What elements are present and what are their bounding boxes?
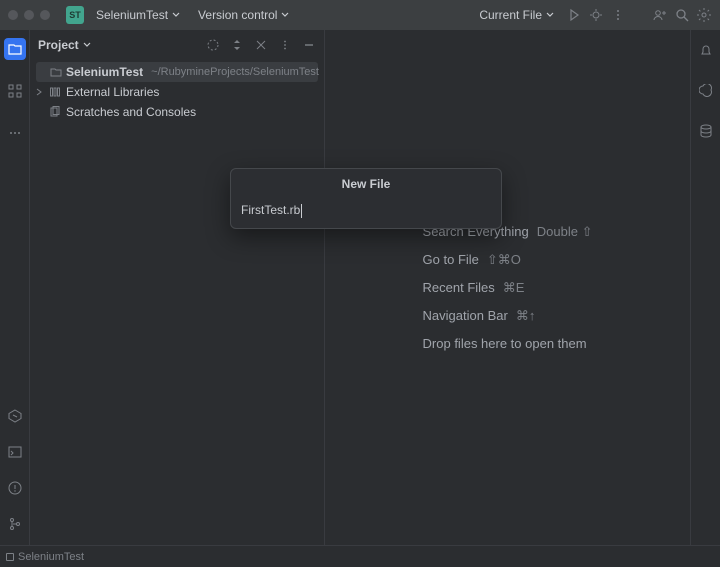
notifications-tool-button[interactable] (695, 40, 717, 62)
hint-keys: Double ⇧ (537, 218, 593, 246)
chevron-down-icon[interactable] (83, 41, 91, 49)
tree-root-path: ~/RubymineProjects/SeleniumTest (151, 66, 319, 78)
run-icon[interactable] (566, 7, 582, 23)
project-badge-icon: ST (66, 6, 84, 24)
hint-row: Drop files here to open them (423, 330, 593, 358)
tree-item-label: External Libraries (66, 85, 159, 99)
debug-icon[interactable] (588, 7, 604, 23)
search-icon[interactable] (674, 7, 690, 23)
tree-root-folder[interactable]: SeleniumTest ~/RubymineProjects/Selenium… (36, 62, 318, 82)
status-bar: SeleniumTest (0, 545, 720, 567)
database-tool-button[interactable] (695, 120, 717, 142)
left-tool-strip (0, 30, 30, 545)
project-panel-header: Project (30, 30, 324, 60)
project-tree[interactable]: SeleniumTest ~/RubymineProjects/Selenium… (30, 60, 324, 124)
ai-tool-button[interactable] (695, 80, 717, 102)
file-name-value: FirstTest.rb (241, 203, 300, 217)
vcs-tool-button[interactable] (4, 513, 26, 535)
traffic-max[interactable] (40, 10, 50, 20)
hint-row: Go to File ⇧⌘O (423, 246, 593, 274)
status-project: SeleniumTest (18, 551, 84, 563)
run-config-label: Current File (479, 8, 542, 22)
tree-item-label: Scratches and Consoles (66, 105, 196, 119)
editor-empty-state: Search Everything Double ⇧ Go to File ⇧⌘… (325, 30, 690, 545)
more-vertical-icon[interactable] (278, 38, 292, 52)
tree-external-libraries[interactable]: External Libraries (30, 82, 324, 102)
run-config-dropdown[interactable]: Current File (473, 6, 560, 24)
vcs-label: Version control (198, 8, 277, 22)
chevron-right-icon (34, 88, 44, 96)
new-file-dialog: New File FirstTest.rb (230, 168, 502, 229)
project-name-dropdown[interactable]: SeleniumTest (90, 6, 186, 24)
tree-root-name: SeleniumTest (66, 65, 143, 79)
hint-label: Drop files here to open them (423, 330, 587, 358)
window-controls (8, 10, 50, 20)
chevron-down-icon (172, 11, 180, 19)
file-name-input[interactable]: FirstTest.rb (241, 203, 302, 217)
project-name: SeleniumTest (96, 8, 168, 22)
project-panel-title: Project (38, 38, 79, 52)
more-tool-button[interactable] (4, 122, 26, 144)
select-open-file-icon[interactable] (206, 38, 220, 52)
scratches-icon (48, 105, 62, 119)
hide-panel-icon[interactable] (302, 38, 316, 52)
problems-tool-button[interactable] (4, 477, 26, 499)
services-tool-button[interactable] (4, 405, 26, 427)
terminal-tool-button[interactable] (4, 441, 26, 463)
hint-label: Navigation Bar (423, 302, 508, 330)
right-tool-strip (690, 30, 720, 545)
structure-tool-button[interactable] (4, 80, 26, 102)
gear-icon[interactable] (696, 7, 712, 23)
collapse-all-icon[interactable] (254, 38, 268, 52)
hint-row: Navigation Bar ⌘↑ (423, 302, 593, 330)
tree-scratches[interactable]: Scratches and Consoles (30, 102, 324, 122)
more-vertical-icon[interactable] (610, 7, 626, 23)
library-icon (48, 85, 62, 99)
editor-hints: Search Everything Double ⇧ Go to File ⇧⌘… (423, 218, 593, 358)
traffic-close[interactable] (8, 10, 18, 20)
folder-icon (50, 65, 62, 79)
chevron-down-icon (546, 11, 554, 19)
main-layout: Project SeleniumTest ~/RubymineProjects/… (0, 30, 720, 545)
text-caret (301, 204, 302, 218)
collaborate-icon[interactable] (652, 7, 668, 23)
hint-keys: ⌘E (503, 274, 525, 302)
hint-label: Recent Files (423, 274, 495, 302)
hint-label: Go to File (423, 246, 479, 274)
expand-collapse-icon[interactable] (230, 38, 244, 52)
traffic-min[interactable] (24, 10, 34, 20)
project-tool-button[interactable] (4, 38, 26, 60)
hint-row: Recent Files ⌘E (423, 274, 593, 302)
hint-keys: ⇧⌘O (487, 246, 521, 274)
tool-window-toggle-icon[interactable] (6, 553, 14, 561)
dialog-title: New File (231, 169, 501, 197)
chevron-down-icon (281, 11, 289, 19)
project-panel: Project SeleniumTest ~/RubymineProjects/… (30, 30, 325, 545)
hint-keys: ⌘↑ (516, 302, 536, 330)
vcs-dropdown[interactable]: Version control (192, 6, 295, 24)
title-bar: ST SeleniumTest Version control Current … (0, 0, 720, 30)
